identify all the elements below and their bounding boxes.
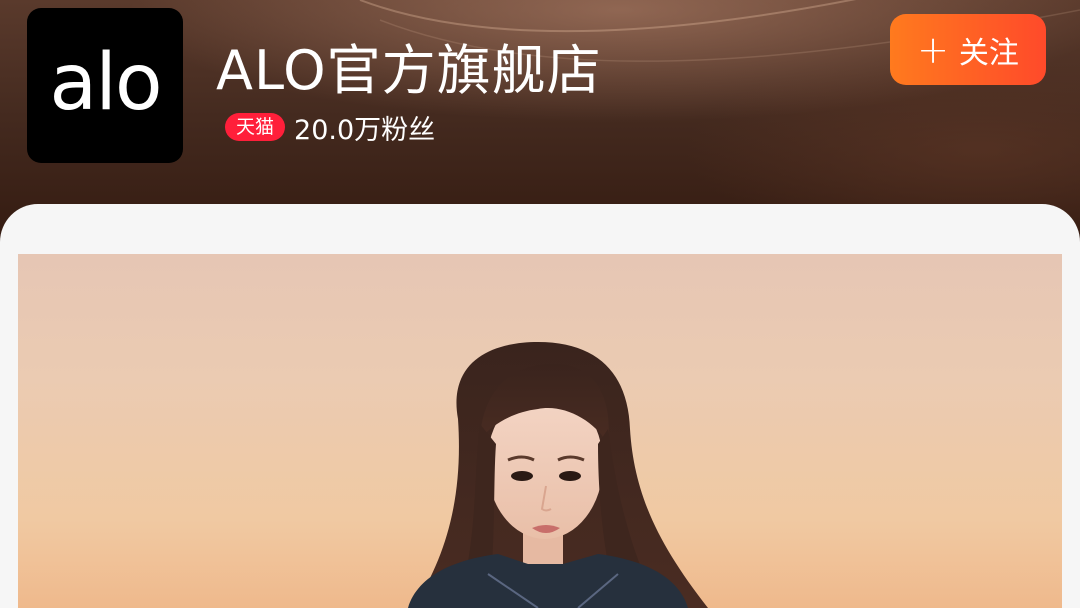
model-photo: [408, 342, 708, 608]
promo-banner-image[interactable]: [18, 254, 1062, 608]
store-logo[interactable]: alo: [27, 8, 183, 163]
fans-count: 20.0万粉丝: [294, 114, 436, 146]
plus-icon: +: [917, 27, 949, 72]
tmall-badge: 天猫: [225, 113, 286, 141]
store-logo-text: alo: [49, 37, 162, 128]
follow-label: 关注: [958, 35, 1019, 71]
store-name[interactable]: ALO官方旗舰店: [216, 26, 602, 105]
follow-button[interactable]: + 关注: [890, 14, 1046, 85]
store-meta: 天猫 20.0万粉丝: [225, 110, 436, 146]
